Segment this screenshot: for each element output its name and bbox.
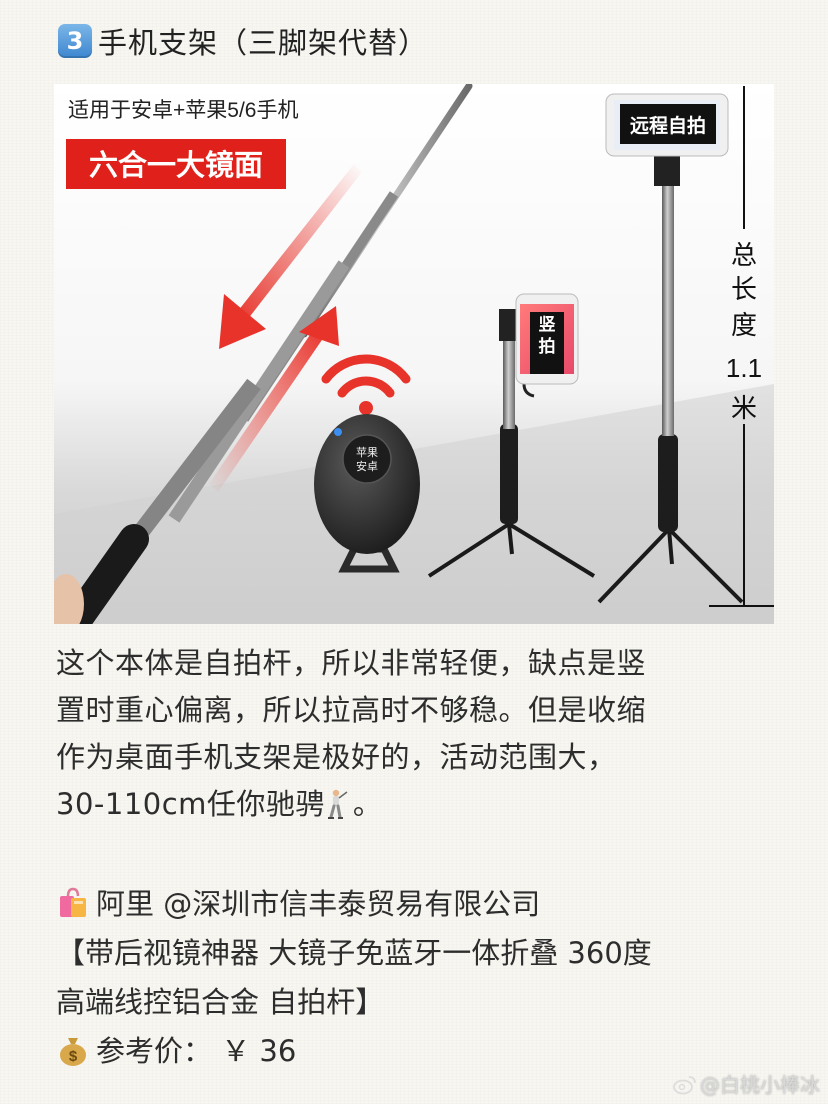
weibo-icon (673, 1075, 696, 1094)
mirror-banner: 六合一大镜面 (66, 139, 286, 189)
svg-text:$: $ (69, 1048, 78, 1065)
svg-text:竖: 竖 (539, 315, 556, 334)
watermark: @白桃小棒冰 (672, 1069, 820, 1098)
svg-text:总: 总 (731, 240, 757, 270)
desc-line-4: 30-110cm任你驰骋。 (56, 787, 383, 821)
money-bag-icon: $ (60, 1038, 86, 1066)
section-title: 手机支架（三脚架代替） (98, 26, 429, 60)
price-line: $ 参考价： ￥ 36 (56, 1027, 776, 1076)
desc-line-3: 作为桌面手机支架是极好的，活动范围大， (56, 740, 617, 774)
svg-text:1.1: 1.1 (726, 353, 762, 383)
compat-text: 适用于安卓+苹果5/6手机 (68, 99, 298, 122)
svg-text:长: 长 (731, 274, 757, 304)
svg-text:度: 度 (731, 310, 757, 340)
product-title-line-2: 高端线控铝合金 自拍杆】 (56, 985, 385, 1019)
svg-text:安卓: 安卓 (356, 459, 378, 473)
svg-text:远程自拍: 远程自拍 (630, 114, 706, 137)
section-heading: 3 手机支架（三脚架代替） (58, 20, 428, 62)
svg-text:六合一大镜面: 六合一大镜面 (89, 148, 263, 182)
svg-text:米: 米 (731, 393, 757, 423)
shop-info: 阿里 @深圳市信丰泰贸易有限公司 【带后视镜神器 大镜子免蓝牙一体折叠 360度… (56, 880, 776, 1076)
golfer-icon (327, 789, 348, 819)
shopping-bag-icon (60, 887, 86, 917)
svg-text:拍: 拍 (539, 336, 556, 356)
number-badge: 3 (58, 24, 92, 58)
product-image: 适用于安卓+苹果5/6手机 六合一大镜面 苹果 安卓 竖 拍 远程自拍 总 长 … (54, 84, 774, 624)
desc-line-2: 置时重心偏离，所以拉高时不够稳。但是收缩 (56, 693, 647, 727)
desc-line-1: 这个本体是自拍杆，所以非常轻便，缺点是竖 (56, 646, 647, 680)
product-title-line-1: 【带后视镜神器 大镜子免蓝牙一体折叠 360度 (56, 936, 652, 970)
description: 这个本体是自拍杆，所以非常轻便，缺点是竖 置时重心偏离，所以拉高时不够稳。但是收… (56, 640, 756, 828)
seller-line: 阿里 @深圳市信丰泰贸易有限公司 (56, 880, 776, 929)
svg-text:苹果: 苹果 (356, 445, 378, 459)
